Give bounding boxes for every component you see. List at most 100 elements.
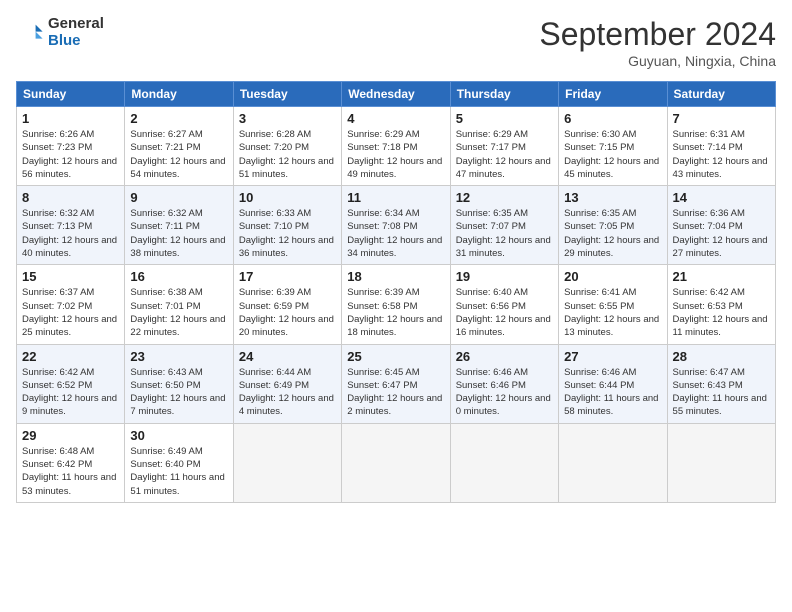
- day-info: Sunrise: 6:45 AM Sunset: 6:47 PM Dayligh…: [347, 366, 444, 419]
- weekday-header: Sunday: [17, 82, 125, 107]
- page-header: General Blue September 2024 Guyuan, Ning…: [16, 16, 776, 69]
- day-info: Sunrise: 6:29 AM Sunset: 7:18 PM Dayligh…: [347, 128, 444, 181]
- day-number: 16: [130, 269, 227, 284]
- day-info: Sunrise: 6:48 AM Sunset: 6:42 PM Dayligh…: [22, 445, 119, 498]
- calendar-cell: 5 Sunrise: 6:29 AM Sunset: 7:17 PM Dayli…: [450, 107, 558, 186]
- calendar-cell: 23 Sunrise: 6:43 AM Sunset: 6:50 PM Dayl…: [125, 344, 233, 423]
- day-info: Sunrise: 6:41 AM Sunset: 6:55 PM Dayligh…: [564, 286, 661, 339]
- day-number: 3: [239, 111, 336, 126]
- day-info: Sunrise: 6:27 AM Sunset: 7:21 PM Dayligh…: [130, 128, 227, 181]
- day-number: 7: [673, 111, 770, 126]
- day-number: 22: [22, 349, 119, 364]
- day-info: Sunrise: 6:37 AM Sunset: 7:02 PM Dayligh…: [22, 286, 119, 339]
- day-info: Sunrise: 6:39 AM Sunset: 6:59 PM Dayligh…: [239, 286, 336, 339]
- day-number: 15: [22, 269, 119, 284]
- day-info: Sunrise: 6:35 AM Sunset: 7:07 PM Dayligh…: [456, 207, 553, 260]
- calendar-cell: 14 Sunrise: 6:36 AM Sunset: 7:04 PM Dayl…: [667, 186, 775, 265]
- day-number: 25: [347, 349, 444, 364]
- calendar-cell: 13 Sunrise: 6:35 AM Sunset: 7:05 PM Dayl…: [559, 186, 667, 265]
- calendar-cell: 22 Sunrise: 6:42 AM Sunset: 6:52 PM Dayl…: [17, 344, 125, 423]
- calendar-cell: [233, 423, 341, 502]
- day-info: Sunrise: 6:43 AM Sunset: 6:50 PM Dayligh…: [130, 366, 227, 419]
- day-number: 17: [239, 269, 336, 284]
- weekday-header: Thursday: [450, 82, 558, 107]
- weekday-header: Tuesday: [233, 82, 341, 107]
- calendar-cell: 11 Sunrise: 6:34 AM Sunset: 7:08 PM Dayl…: [342, 186, 450, 265]
- calendar-cell: [450, 423, 558, 502]
- day-number: 6: [564, 111, 661, 126]
- day-number: 10: [239, 190, 336, 205]
- calendar-cell: 25 Sunrise: 6:45 AM Sunset: 6:47 PM Dayl…: [342, 344, 450, 423]
- calendar-row: 8 Sunrise: 6:32 AM Sunset: 7:13 PM Dayli…: [17, 186, 776, 265]
- day-number: 14: [673, 190, 770, 205]
- day-info: Sunrise: 6:31 AM Sunset: 7:14 PM Dayligh…: [673, 128, 770, 181]
- day-info: Sunrise: 6:42 AM Sunset: 6:53 PM Dayligh…: [673, 286, 770, 339]
- calendar-cell: [342, 423, 450, 502]
- calendar-row: 29 Sunrise: 6:48 AM Sunset: 6:42 PM Dayl…: [17, 423, 776, 502]
- day-number: 8: [22, 190, 119, 205]
- calendar-cell: 29 Sunrise: 6:48 AM Sunset: 6:42 PM Dayl…: [17, 423, 125, 502]
- day-info: Sunrise: 6:36 AM Sunset: 7:04 PM Dayligh…: [673, 207, 770, 260]
- calendar-cell: [667, 423, 775, 502]
- day-number: 30: [130, 428, 227, 443]
- day-number: 12: [456, 190, 553, 205]
- calendar-row: 1 Sunrise: 6:26 AM Sunset: 7:23 PM Dayli…: [17, 107, 776, 186]
- day-info: Sunrise: 6:38 AM Sunset: 7:01 PM Dayligh…: [130, 286, 227, 339]
- calendar-row: 15 Sunrise: 6:37 AM Sunset: 7:02 PM Dayl…: [17, 265, 776, 344]
- calendar-cell: 30 Sunrise: 6:49 AM Sunset: 6:40 PM Dayl…: [125, 423, 233, 502]
- day-number: 4: [347, 111, 444, 126]
- weekday-header: Monday: [125, 82, 233, 107]
- day-info: Sunrise: 6:40 AM Sunset: 6:56 PM Dayligh…: [456, 286, 553, 339]
- day-number: 29: [22, 428, 119, 443]
- day-info: Sunrise: 6:32 AM Sunset: 7:11 PM Dayligh…: [130, 207, 227, 260]
- day-number: 5: [456, 111, 553, 126]
- calendar-cell: [559, 423, 667, 502]
- calendar-cell: 24 Sunrise: 6:44 AM Sunset: 6:49 PM Dayl…: [233, 344, 341, 423]
- day-info: Sunrise: 6:35 AM Sunset: 7:05 PM Dayligh…: [564, 207, 661, 260]
- logo-icon: [16, 19, 44, 47]
- title-block: September 2024 Guyuan, Ningxia, China: [539, 16, 776, 69]
- day-info: Sunrise: 6:33 AM Sunset: 7:10 PM Dayligh…: [239, 207, 336, 260]
- logo: General Blue: [16, 16, 104, 49]
- calendar-cell: 9 Sunrise: 6:32 AM Sunset: 7:11 PM Dayli…: [125, 186, 233, 265]
- calendar-cell: 2 Sunrise: 6:27 AM Sunset: 7:21 PM Dayli…: [125, 107, 233, 186]
- weekday-header: Friday: [559, 82, 667, 107]
- calendar-cell: 21 Sunrise: 6:42 AM Sunset: 6:53 PM Dayl…: [667, 265, 775, 344]
- calendar-cell: 28 Sunrise: 6:47 AM Sunset: 6:43 PM Dayl…: [667, 344, 775, 423]
- day-info: Sunrise: 6:46 AM Sunset: 6:46 PM Dayligh…: [456, 366, 553, 419]
- calendar-cell: 20 Sunrise: 6:41 AM Sunset: 6:55 PM Dayl…: [559, 265, 667, 344]
- day-info: Sunrise: 6:46 AM Sunset: 6:44 PM Dayligh…: [564, 366, 661, 419]
- day-number: 1: [22, 111, 119, 126]
- day-number: 23: [130, 349, 227, 364]
- day-info: Sunrise: 6:32 AM Sunset: 7:13 PM Dayligh…: [22, 207, 119, 260]
- day-number: 20: [564, 269, 661, 284]
- day-info: Sunrise: 6:29 AM Sunset: 7:17 PM Dayligh…: [456, 128, 553, 181]
- day-number: 26: [456, 349, 553, 364]
- calendar-cell: 26 Sunrise: 6:46 AM Sunset: 6:46 PM Dayl…: [450, 344, 558, 423]
- day-info: Sunrise: 6:49 AM Sunset: 6:40 PM Dayligh…: [130, 445, 227, 498]
- day-number: 24: [239, 349, 336, 364]
- day-number: 18: [347, 269, 444, 284]
- calendar-cell: 16 Sunrise: 6:38 AM Sunset: 7:01 PM Dayl…: [125, 265, 233, 344]
- weekday-header: Saturday: [667, 82, 775, 107]
- calendar-table: SundayMondayTuesdayWednesdayThursdayFrid…: [16, 81, 776, 503]
- day-number: 2: [130, 111, 227, 126]
- day-number: 9: [130, 190, 227, 205]
- calendar-cell: 6 Sunrise: 6:30 AM Sunset: 7:15 PM Dayli…: [559, 107, 667, 186]
- calendar-cell: 17 Sunrise: 6:39 AM Sunset: 6:59 PM Dayl…: [233, 265, 341, 344]
- logo-general: General: [48, 16, 104, 33]
- day-number: 19: [456, 269, 553, 284]
- day-info: Sunrise: 6:26 AM Sunset: 7:23 PM Dayligh…: [22, 128, 119, 181]
- weekday-header: Wednesday: [342, 82, 450, 107]
- calendar-cell: 27 Sunrise: 6:46 AM Sunset: 6:44 PM Dayl…: [559, 344, 667, 423]
- day-info: Sunrise: 6:34 AM Sunset: 7:08 PM Dayligh…: [347, 207, 444, 260]
- day-number: 11: [347, 190, 444, 205]
- calendar-cell: 8 Sunrise: 6:32 AM Sunset: 7:13 PM Dayli…: [17, 186, 125, 265]
- calendar-cell: 10 Sunrise: 6:33 AM Sunset: 7:10 PM Dayl…: [233, 186, 341, 265]
- day-number: 21: [673, 269, 770, 284]
- calendar-cell: 1 Sunrise: 6:26 AM Sunset: 7:23 PM Dayli…: [17, 107, 125, 186]
- month-title: September 2024: [539, 16, 776, 53]
- calendar-cell: 4 Sunrise: 6:29 AM Sunset: 7:18 PM Dayli…: [342, 107, 450, 186]
- day-info: Sunrise: 6:39 AM Sunset: 6:58 PM Dayligh…: [347, 286, 444, 339]
- calendar-header-row: SundayMondayTuesdayWednesdayThursdayFrid…: [17, 82, 776, 107]
